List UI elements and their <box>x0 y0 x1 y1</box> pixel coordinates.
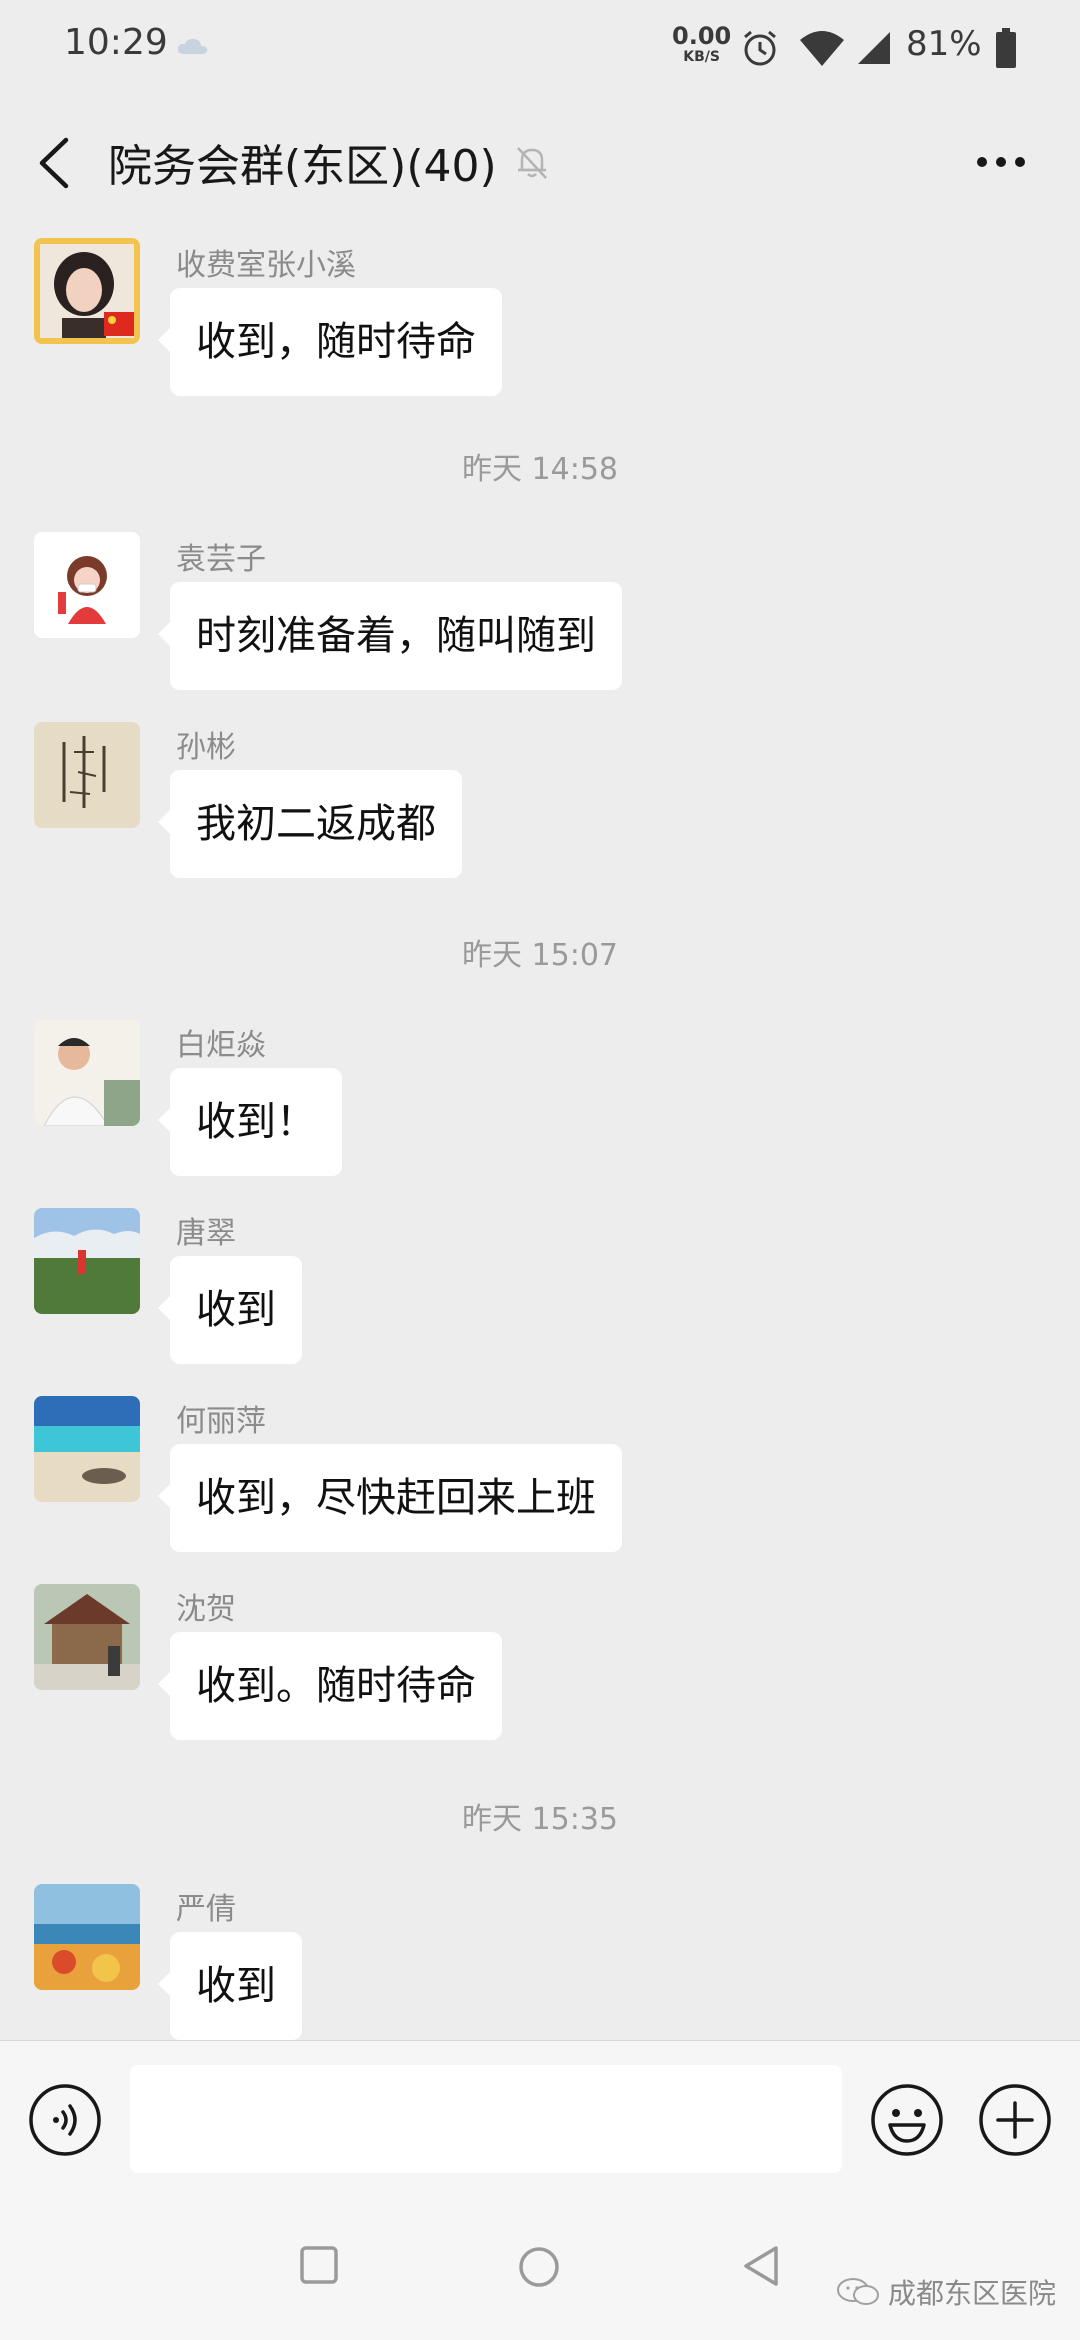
watermark-text: 成都东区医院 <box>888 2277 1057 2310</box>
message-bubble[interactable]: 我初二返成都 <box>158 770 462 878</box>
chat-header: 院务会群(东区)(40) <box>0 96 1080 228</box>
wifi-icon <box>800 31 844 66</box>
message-timestamp: 昨天 14:58 <box>462 452 618 487</box>
sender-name: 孙彬 <box>176 730 236 765</box>
home-icon[interactable] <box>518 2246 560 2288</box>
avatar[interactable] <box>34 1020 140 1126</box>
cloud-icon <box>177 38 208 54</box>
message-bubble[interactable]: 收到。随时待命 <box>158 1632 502 1740</box>
avatar[interactable] <box>34 1884 140 1990</box>
more-options-icon[interactable] <box>976 156 1026 168</box>
sender-name: 唐翠 <box>176 1216 236 1251</box>
sender-name: 袁芸子 <box>176 542 266 577</box>
net-speed-unit: KB/S <box>683 49 720 65</box>
mute-bell-icon <box>517 147 547 179</box>
wechat-icon <box>837 2278 879 2305</box>
status-bar: 10:29 0.00 KB/S 81% <box>0 0 1080 96</box>
message-bubble[interactable]: 收到，尽快赶回来上班 <box>158 1444 622 1552</box>
battery-icon <box>996 28 1016 68</box>
net-speed-value: 0.00 <box>672 22 732 50</box>
message-bubble[interactable]: 时刻准备着，随叫随到 <box>158 582 622 690</box>
battery-percent: 81% <box>906 24 982 64</box>
watermark: 成都东区医院 <box>836 2272 1056 2312</box>
message-bubble[interactable]: 收到，随时待命 <box>158 288 502 396</box>
avatar[interactable] <box>34 532 140 638</box>
emoji-icon[interactable] <box>870 2083 944 2157</box>
nav-back-icon[interactable] <box>740 2244 782 2288</box>
message-bubble[interactable]: 收到！ <box>158 1068 342 1176</box>
back-arrow-icon[interactable] <box>36 136 72 190</box>
avatar[interactable] <box>34 1584 140 1690</box>
input-bar <box>0 2040 1080 2191</box>
message-timestamp: 昨天 15:07 <box>462 938 618 973</box>
message-input[interactable] <box>130 2065 842 2173</box>
sender-name: 严倩 <box>176 1892 236 1927</box>
message-bubble[interactable]: 收到 <box>158 1256 302 1364</box>
avatar[interactable] <box>34 1208 140 1314</box>
avatar[interactable] <box>34 722 140 828</box>
status-time: 10:29 <box>64 22 168 63</box>
recent-apps-icon[interactable] <box>300 2246 338 2284</box>
voice-input-icon[interactable] <box>28 2083 102 2157</box>
sender-name: 白炬焱 <box>176 1028 266 1063</box>
net-speed: 0.00 KB/S <box>672 24 731 64</box>
sender-name: 沈贺 <box>176 1592 236 1627</box>
sender-name: 何丽萍 <box>176 1404 266 1439</box>
signal-icon <box>858 32 890 64</box>
message-bubble[interactable]: 收到 <box>158 1932 302 2040</box>
chat-messages[interactable]: 收费室张小溪 收到，随时待命 昨天 14:58 袁芸子 时刻准备着，随叫随到 孙… <box>0 228 1080 2040</box>
chat-title: 院务会群(东区)(40) <box>108 141 497 192</box>
system-nav-bar: 成都东区医院 <box>0 2190 1080 2340</box>
alarm-icon <box>744 30 776 66</box>
sender-name: 收费室张小溪 <box>176 248 356 283</box>
avatar[interactable] <box>34 1396 140 1502</box>
avatar[interactable] <box>34 238 140 344</box>
plus-icon[interactable] <box>978 2083 1052 2157</box>
message-timestamp: 昨天 15:35 <box>462 1802 618 1837</box>
